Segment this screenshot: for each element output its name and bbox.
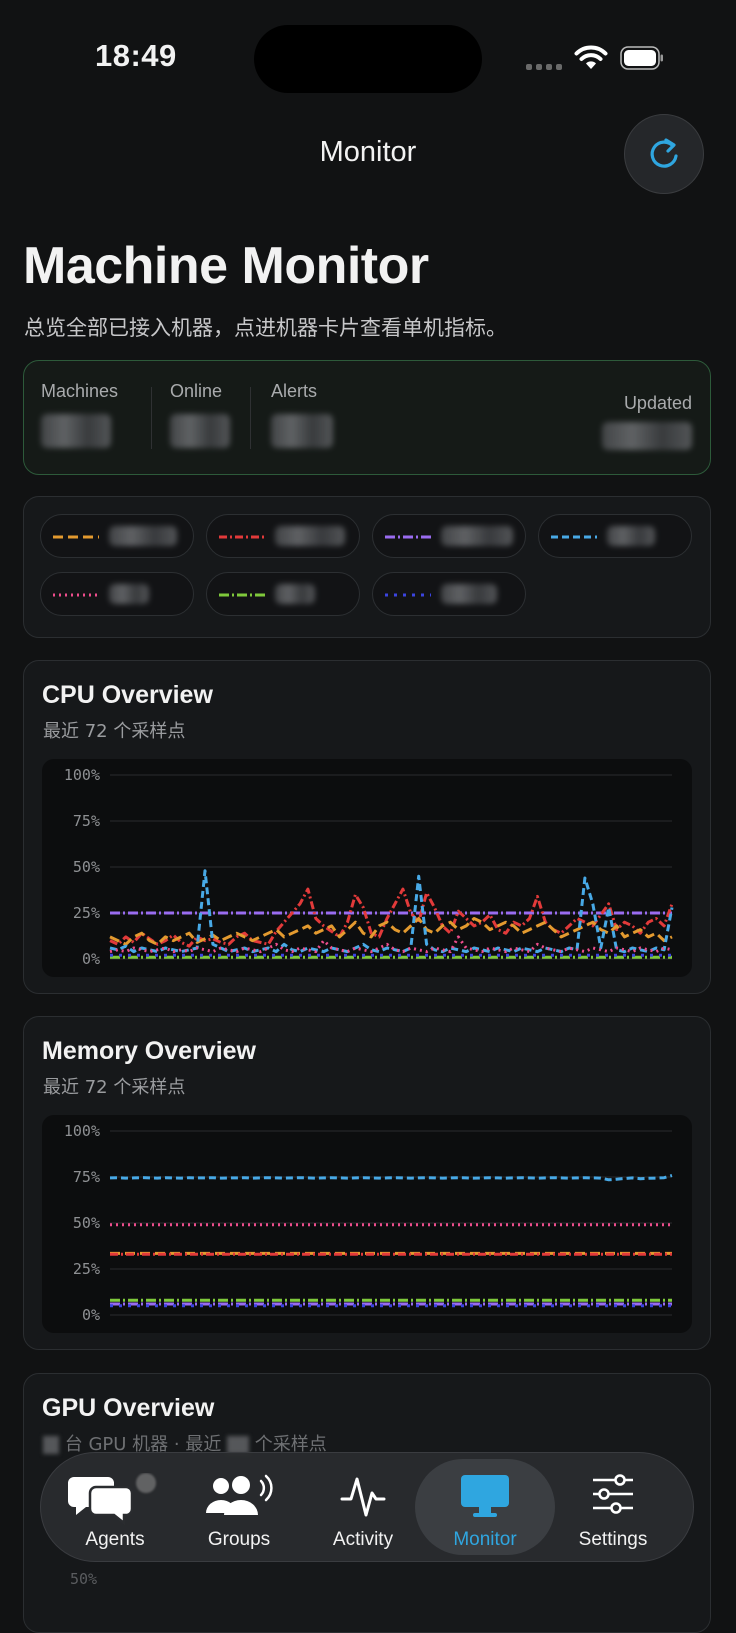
legend-chip[interactable] (372, 572, 526, 616)
legend-chip[interactable] (206, 514, 360, 558)
tab-activity-label: Activity (332, 1529, 394, 1550)
tab-monitor-label: Monitor (453, 1529, 517, 1550)
tab-groups[interactable]: Groups (179, 1459, 299, 1555)
updated-value-redacted (602, 422, 692, 450)
tab-agents-label: Agents (85, 1529, 145, 1550)
gpu-chart-title: GPU Overview (42, 1394, 215, 1422)
y-tick-label: 50% (73, 858, 100, 876)
battery-icon (620, 46, 663, 70)
sliders-icon (593, 1474, 633, 1514)
tab-settings-label: Settings (578, 1529, 648, 1550)
cellular-signal-icon (526, 64, 562, 70)
machine-name-redacted (275, 584, 315, 604)
gpu-y-tick-label: 50% (70, 1570, 98, 1588)
divider (250, 387, 251, 449)
tab-bar: Agents Groups Activity Monitor Settings (40, 1452, 694, 1562)
legend-line-swatch (385, 535, 431, 539)
y-tick-label: 100% (64, 766, 100, 784)
page-title: Machine Monitor (23, 237, 429, 295)
y-tick-label: 75% (73, 812, 100, 830)
y-tick-label: 100% (64, 1122, 100, 1140)
legend-chip[interactable] (40, 572, 194, 616)
summary-card: Machines Online Alerts Updated (23, 360, 711, 475)
legend-line-swatch (551, 535, 597, 539)
series-line (109, 917, 673, 946)
y-tick-label: 50% (73, 1214, 100, 1232)
legend-chip[interactable] (538, 514, 692, 558)
alerts-label: Alerts (271, 381, 318, 401)
divider (151, 387, 152, 449)
machines-value-redacted (41, 414, 111, 448)
people-icon (206, 1474, 273, 1515)
cpu-chart-title: CPU Overview (42, 681, 213, 709)
online-stat: Online (170, 381, 230, 448)
y-tick-label: 0% (82, 1306, 100, 1324)
series-line (109, 887, 674, 948)
machine-name-redacted (441, 584, 497, 604)
online-label: Online (170, 381, 223, 401)
cpu-chart-subtitle: 最近 72 个采样点 (43, 721, 186, 742)
y-tick-label: 25% (73, 904, 100, 922)
refresh-button[interactable] (624, 114, 704, 194)
series-line (109, 1174, 673, 1182)
y-tick-label: 75% (73, 1168, 100, 1186)
cpu-chart-plot: 100% 75% 50% 25% 0% (42, 759, 692, 977)
memory-chart-subtitle: 最近 72 个采样点 (43, 1077, 186, 1098)
chat-bubbles-icon (68, 1473, 156, 1525)
tab-activity[interactable]: Activity (303, 1459, 423, 1555)
machine-name-redacted (441, 526, 513, 546)
tab-groups-label: Groups (207, 1529, 271, 1550)
legend-chip[interactable] (40, 514, 194, 558)
machine-name-redacted (275, 526, 345, 546)
machine-name-redacted (109, 584, 149, 604)
online-value-redacted (170, 414, 230, 448)
legend-line-swatch (385, 593, 431, 597)
tab-monitor[interactable]: Monitor (415, 1459, 555, 1555)
tab-agents[interactable]: Agents (55, 1459, 175, 1555)
legend-chip[interactable] (372, 514, 526, 558)
dynamic-island (254, 25, 482, 93)
memory-chart-plot: 100% 75% 50% 25% 0% (42, 1115, 692, 1333)
status-bar: 18:49 (0, 0, 736, 120)
cpu-line-chart: 100% 75% 50% 25% 0% (64, 766, 674, 968)
memory-overview-card: Memory Overview 最近 72 个采样点 100% 75% 50% 25%… (23, 1016, 711, 1350)
monitor-icon (461, 1475, 509, 1517)
legend-line-swatch (219, 593, 265, 597)
tab-settings[interactable]: Settings (553, 1459, 673, 1555)
memory-line-chart: 100% 75% 50% 25% 0% (64, 1122, 673, 1324)
legend-chip[interactable] (206, 572, 360, 616)
updated-stat: Updated (602, 393, 692, 450)
memory-chart-title: Memory Overview (42, 1037, 256, 1065)
machine-name-redacted (109, 526, 177, 546)
page-subtitle: 总览全部已接入机器，点进机器卡片查看单机指标。 (24, 316, 507, 340)
gpu-count-redacted (43, 1436, 59, 1454)
machines-stat: Machines (41, 381, 118, 448)
y-tick-label: 25% (73, 1260, 100, 1278)
y-tick-label: 0% (82, 950, 100, 968)
cpu-overview-card: CPU Overview 最近 72 个采样点 100% 75% 50% 25% 0% (23, 660, 711, 994)
machines-label: Machines (41, 381, 119, 401)
legend-line-swatch (53, 535, 99, 539)
pulse-icon (340, 1477, 386, 1517)
machine-legend-card (23, 496, 711, 638)
machine-name-redacted (607, 526, 655, 546)
alerts-stat: Alerts (271, 381, 333, 448)
legend-line-swatch (53, 593, 99, 597)
alerts-value-redacted (271, 414, 333, 448)
wifi-icon (574, 45, 608, 69)
refresh-icon (650, 138, 678, 168)
updated-label: Updated (623, 393, 692, 413)
legend-line-swatch (219, 535, 265, 539)
status-time: 18:49 (95, 38, 177, 73)
